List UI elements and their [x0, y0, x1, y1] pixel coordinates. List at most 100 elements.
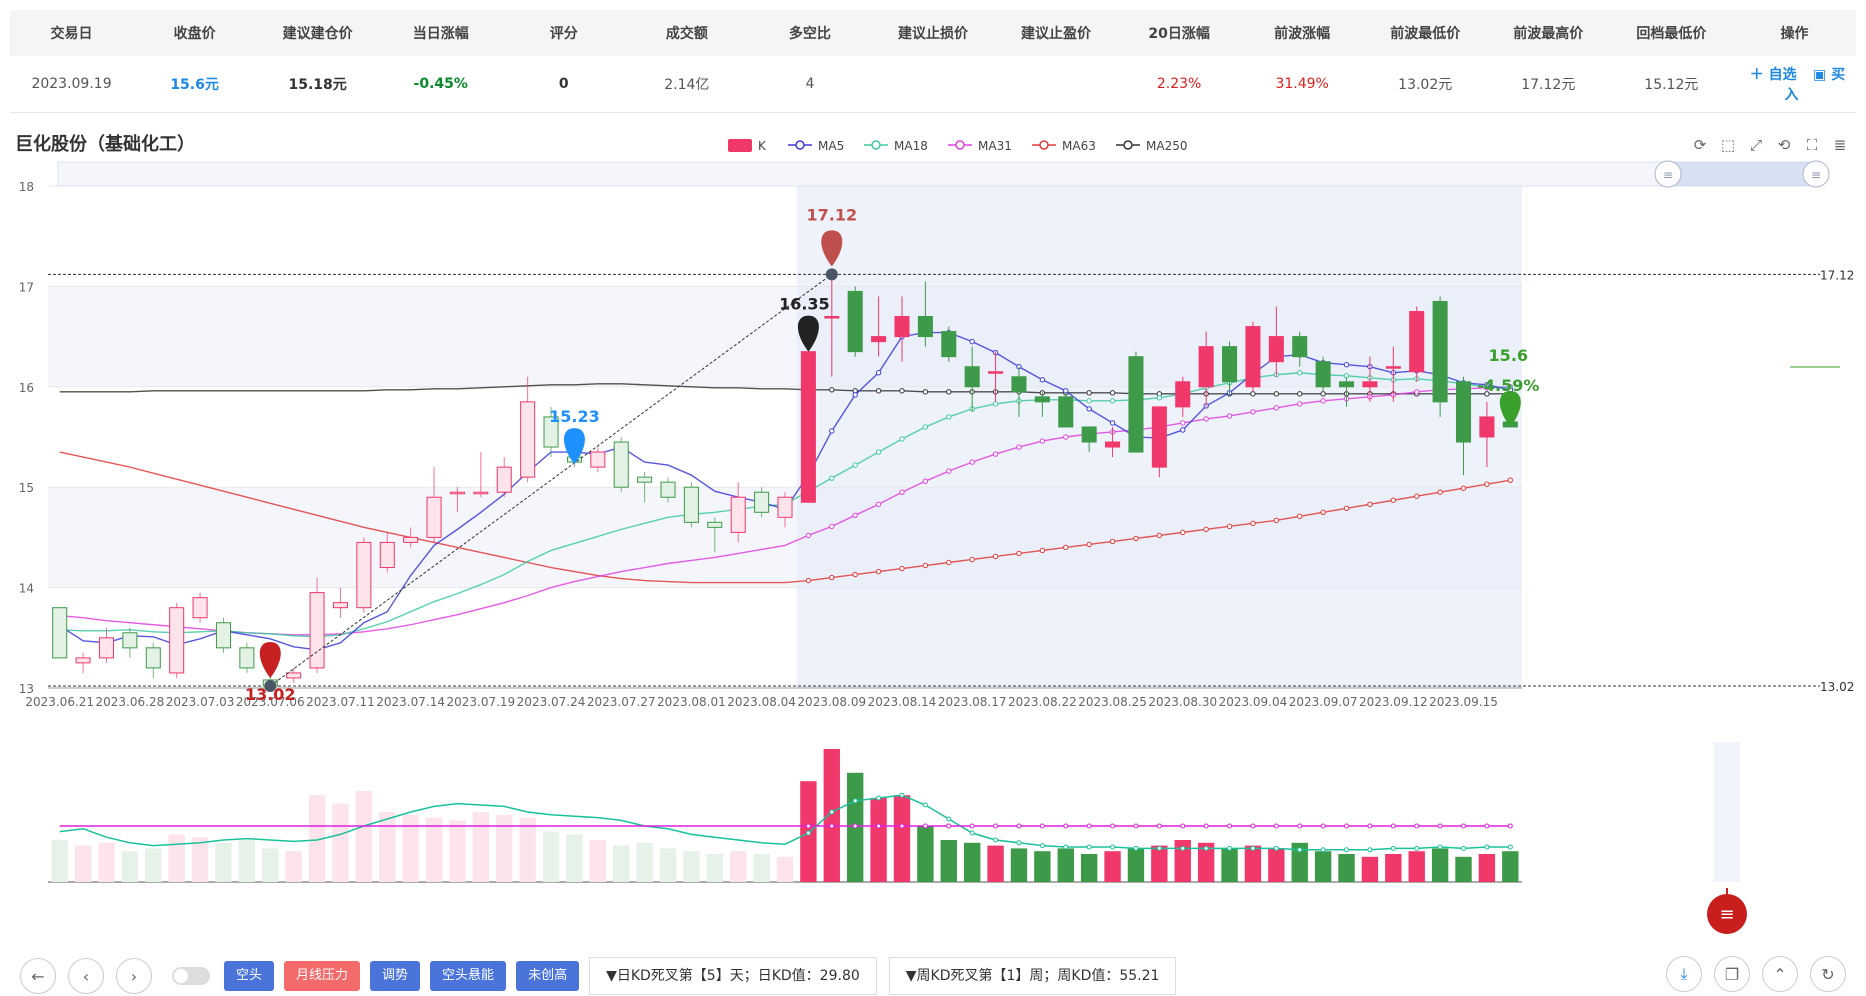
candle-body: [1011, 376, 1027, 393]
legend-label: K: [758, 139, 767, 153]
legend-item-ma63[interactable]: MA63: [1032, 139, 1096, 153]
ma18-point: [946, 414, 952, 420]
chart-tool-icon[interactable]: ⟳: [1694, 136, 1707, 154]
chart-tool-icon[interactable]: ≣: [1834, 136, 1847, 154]
volume-line-a-point: [1156, 845, 1162, 851]
tag-bearish-momentum[interactable]: 空头悬能: [430, 961, 507, 991]
ma31-point: [829, 523, 835, 530]
candle-body: [1151, 406, 1167, 468]
ma63-point: [1156, 532, 1163, 539]
x-tick-label: 2023.09.12: [1359, 695, 1428, 709]
floating-menu-button[interactable]: ≡: [1707, 888, 1747, 934]
ma63-point: [1203, 526, 1209, 533]
candle-body: [449, 491, 465, 495]
ma63-point: [1086, 541, 1092, 548]
legend-dot: [955, 140, 965, 150]
candle-body: [894, 316, 910, 338]
candle: [286, 667, 302, 683]
weekly-kd-info: ▼周KD死叉第【1】周；周KD值：55.21: [888, 957, 1177, 995]
x-tick-label: 2023.08.09: [797, 695, 866, 709]
volume-line-a-point: [1203, 845, 1209, 851]
chart-tool-icon[interactable]: ⛶: [1807, 136, 1818, 154]
back-button[interactable]: ←: [20, 958, 56, 994]
prev-button[interactable]: ‹: [68, 958, 104, 994]
ma31-point: [969, 459, 975, 465]
volume-bar: [191, 837, 209, 882]
candle-body: [1105, 441, 1121, 448]
candle: [52, 607, 68, 659]
candle-body: [1058, 396, 1074, 428]
toggle-switch[interactable]: [172, 967, 210, 985]
volume-line-b-point: [1039, 823, 1045, 829]
next-button[interactable]: ›: [116, 958, 152, 994]
candle-body: [847, 290, 863, 353]
tag-trend[interactable]: 调势: [370, 961, 421, 991]
legend-item-ma31[interactable]: MA31: [948, 139, 1012, 153]
y-tick-label: 14: [19, 582, 34, 596]
volume-line-b-point: [1250, 823, 1256, 829]
x-tick-label: 2023.07.27: [587, 695, 656, 709]
volume-line-a-point: [829, 809, 835, 815]
ma31-point: [875, 501, 882, 507]
ma63-point: [1180, 529, 1186, 536]
ma18-point: [1297, 370, 1303, 376]
volume-bar: [963, 842, 981, 882]
volume-bar: [402, 814, 419, 882]
ma31-point: [1180, 420, 1186, 426]
right-toolbar: ⤓ ❐ ⌃ ↻: [1654, 956, 1846, 992]
copy-button[interactable]: ❐: [1714, 956, 1750, 992]
candle: [356, 537, 372, 613]
stock-chart[interactable]: 13 14 15 16 17 18 17.12 13.02 2023.06.21 2023.06.…: [0, 0, 1866, 996]
x-tick-label: 2023.08.30: [1148, 695, 1217, 709]
volume-bar: [472, 812, 490, 882]
volume-line-b-point: [1086, 823, 1092, 829]
scroll-top-button[interactable]: ⌃: [1762, 956, 1798, 992]
volume-line-b-point: [993, 823, 999, 829]
tag-bearish[interactable]: 空头: [224, 961, 275, 991]
download-icon: ⤓: [1680, 964, 1688, 983]
ma63-point: [1437, 489, 1443, 495]
candle-body: [1245, 326, 1261, 388]
volume-line-b-point: [1110, 823, 1116, 829]
volume-line-a-point: [1367, 847, 1373, 853]
volume-line-a-point: [1507, 844, 1513, 850]
ma5-point: [1039, 377, 1046, 383]
tag-no-new-high[interactable]: 未创高: [516, 961, 580, 991]
candle-body: [1315, 361, 1331, 388]
marker-high-dot: [825, 268, 838, 281]
candle-body: [426, 496, 442, 538]
refresh-button[interactable]: ↻: [1810, 956, 1846, 992]
chart-tool-icon[interactable]: ⟲: [1778, 136, 1791, 154]
ma63-point: [1109, 538, 1116, 545]
legend-item-ma5[interactable]: MA5: [788, 139, 844, 153]
legend-item-k[interactable]: K: [728, 139, 767, 153]
volume-bar: [1034, 851, 1051, 882]
ma250-point: [875, 388, 882, 394]
candle-body: [1339, 381, 1355, 388]
volume-line-a-point: [1461, 845, 1467, 851]
candle: [169, 602, 185, 678]
download-button[interactable]: ⤓: [1666, 956, 1702, 992]
volume-bar: [613, 845, 630, 882]
volume-bar: [706, 854, 723, 882]
candle-body: [215, 622, 231, 649]
ma31-point: [1063, 434, 1069, 440]
volume-line-b-point: [805, 823, 811, 829]
volume-line-a-point: [1414, 845, 1420, 851]
chart-tool-icon[interactable]: ⬚: [1721, 136, 1735, 154]
chart-tool-icon[interactable]: ⤢: [1750, 136, 1763, 154]
candle-body: [1128, 356, 1144, 453]
legend-item-ma250[interactable]: MA250: [1116, 139, 1187, 153]
legend-item-ma18[interactable]: MA18: [864, 139, 928, 153]
volume-bar: [496, 814, 513, 882]
candle-body: [637, 476, 653, 483]
copy-icon: ❐: [1724, 964, 1740, 984]
candle-body: [1222, 346, 1238, 383]
tag-monthly-pressure[interactable]: 月线压力: [284, 961, 361, 991]
ma63-point: [852, 571, 858, 578]
volume-bar: [425, 817, 443, 882]
legend-dot: [1039, 140, 1049, 150]
volume-line-a-point: [1063, 844, 1069, 850]
y-tick-label: 16: [19, 381, 34, 395]
volume-highlight: [1714, 742, 1740, 882]
